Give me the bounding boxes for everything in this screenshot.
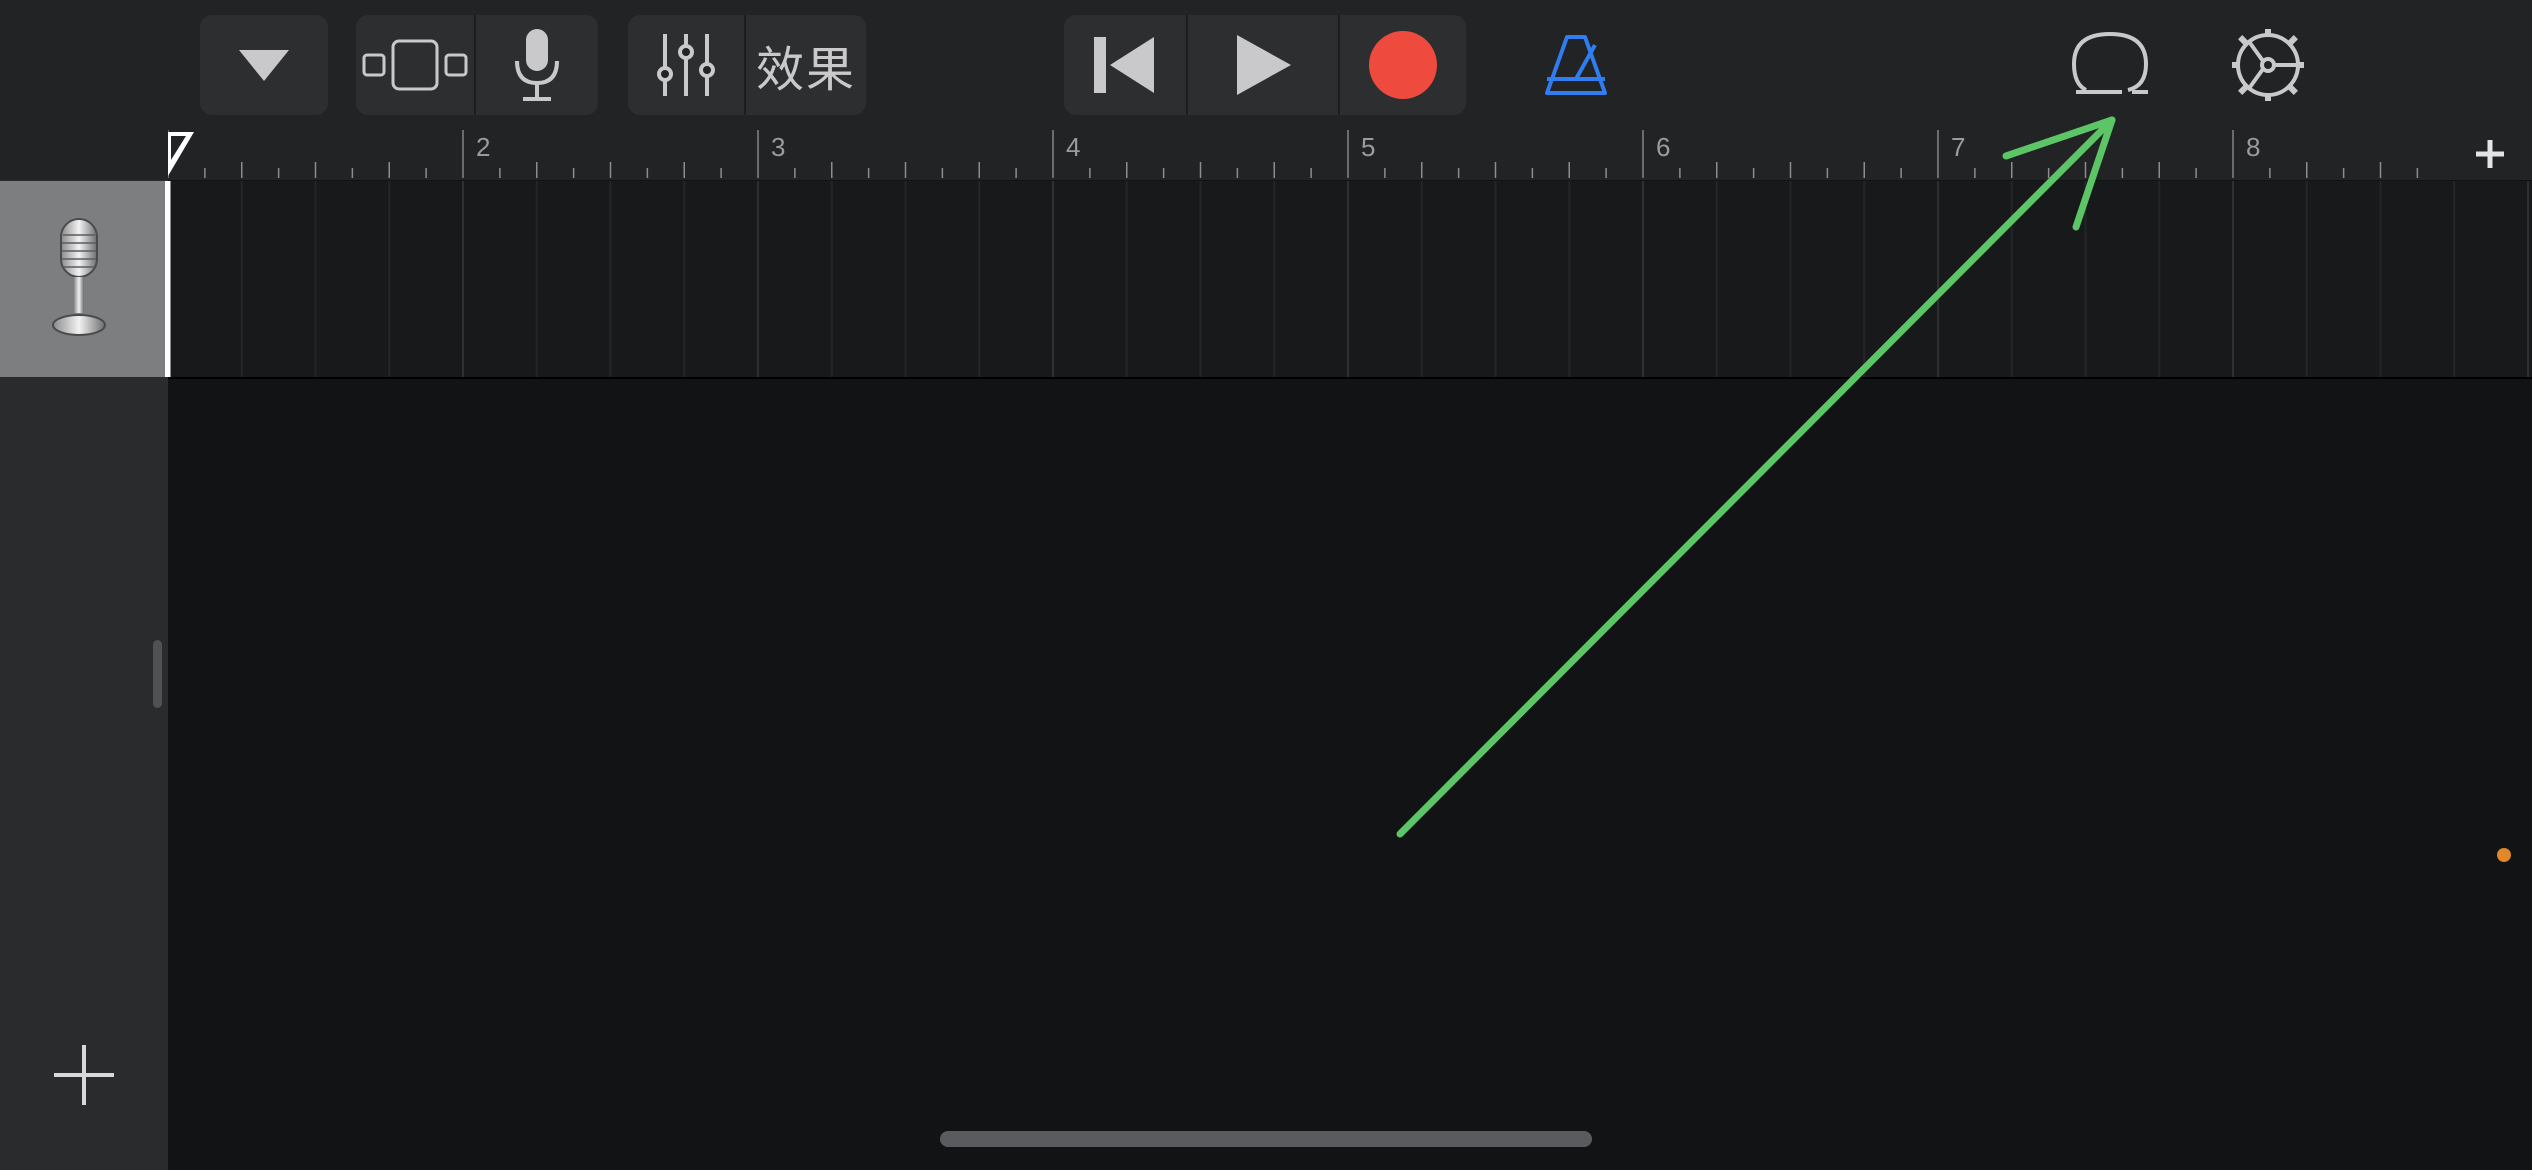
microphone-icon [515, 29, 559, 101]
bar-number: 2 [476, 132, 490, 162]
empty-track-area[interactable] [168, 379, 2532, 1170]
mixer-sliders-icon [657, 34, 715, 96]
browser-group [200, 15, 328, 115]
skip-back-icon [1094, 37, 1154, 93]
bar-number: 5 [1361, 132, 1375, 162]
status-indicator-dot [2497, 848, 2511, 862]
microphone-instrument-icon [52, 218, 106, 336]
loop-browser-button[interactable] [2068, 15, 2156, 115]
my-songs-button[interactable] [200, 15, 328, 115]
add-icon [54, 1045, 114, 1105]
mix-group: 效果 [628, 15, 866, 115]
bar-number: 8 [2246, 132, 2260, 162]
metronome-icon [1545, 35, 1607, 95]
track-header-resize-handle[interactable] [153, 640, 162, 708]
home-indicator[interactable] [940, 1131, 1592, 1147]
metronome-button[interactable] [1534, 15, 1618, 115]
top-toolbar: 效果 [0, 0, 2532, 128]
track-header-audio-recorder[interactable] [0, 181, 168, 377]
play-icon [1237, 35, 1291, 95]
effects-button[interactable]: 效果 [746, 15, 866, 115]
track-lane-audio-recorder[interactable] [167, 181, 2532, 379]
play-button[interactable] [1188, 15, 1340, 115]
bar-number: 4 [1066, 132, 1080, 162]
loop-browser-icon [2072, 31, 2149, 94]
view-group [356, 15, 598, 115]
ruler-scale: 2 3 4 5 6 7 8 [167, 130, 2419, 178]
record-icon [1369, 31, 1437, 99]
settings-button[interactable] [2224, 15, 2312, 115]
down-triangle-icon [239, 50, 289, 81]
effects-label: 效果 [755, 42, 856, 98]
go-to-beginning-button[interactable] [1064, 15, 1188, 115]
add-section-button[interactable] [2448, 128, 2532, 180]
bar-number: 7 [1951, 132, 1965, 162]
bar-number: 6 [1656, 132, 1670, 162]
tracks-view-icon [362, 39, 468, 91]
instrument-button[interactable] [476, 15, 598, 115]
track-grid [167, 181, 2529, 377]
ruler-corner [0, 128, 168, 180]
add-track-button[interactable] [44, 1035, 124, 1115]
tracks-view-button[interactable] [356, 15, 476, 115]
timeline-ruler[interactable]: 2 3 4 5 6 7 8 [167, 128, 2448, 180]
record-button[interactable] [1340, 15, 1466, 115]
add-icon [2476, 140, 2504, 168]
transport-group [1064, 15, 1466, 115]
bar-number: 3 [771, 132, 785, 162]
mixer-button[interactable] [628, 15, 746, 115]
settings-gear-icon [2232, 29, 2304, 101]
